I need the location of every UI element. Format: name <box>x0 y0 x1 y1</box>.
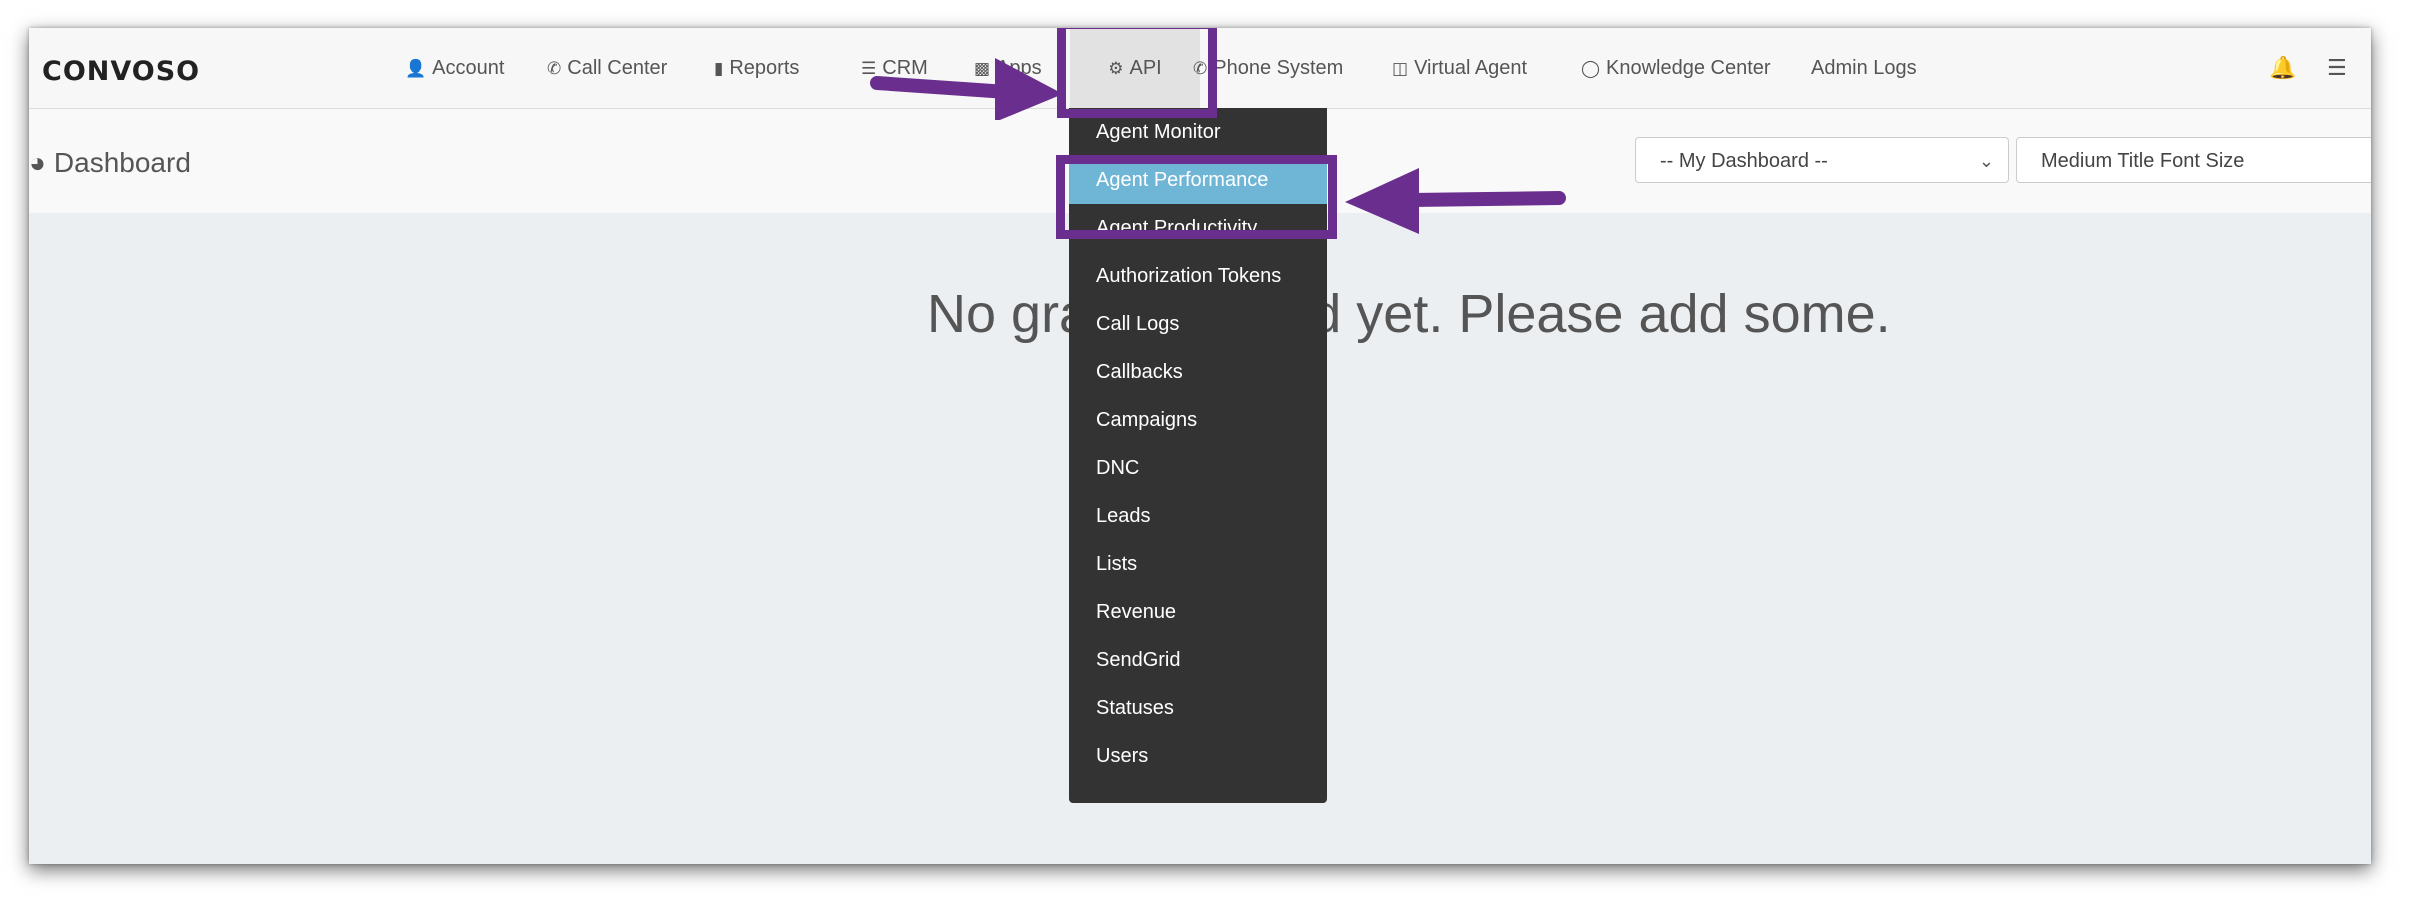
database-icon[interactable]: ☰ <box>2327 28 2347 108</box>
nav-phone-system-label: Phone System <box>1213 57 1344 79</box>
nav-account[interactable]: 👤 Account <box>405 28 504 108</box>
api-menu-campaigns[interactable]: Campaigns <box>1069 396 1327 444</box>
nav-account-label: Account <box>432 57 505 79</box>
api-highlight-box <box>1057 28 1217 118</box>
nav-call-center[interactable]: ✆ Call Center <box>547 28 667 108</box>
api-menu-dnc[interactable]: DNC <box>1069 444 1327 492</box>
api-menu-leads[interactable]: Leads <box>1069 492 1327 540</box>
user-icon: 👤 <box>405 59 427 78</box>
agent-performance-highlight-box <box>1056 155 1337 239</box>
dashboard-select-value: -- My Dashboard -- <box>1660 150 1828 172</box>
nav-virtual-agent[interactable]: ◫ Virtual Agent <box>1392 28 1527 108</box>
nav-knowledge-center[interactable]: ◯ Knowledge Center <box>1581 28 1771 108</box>
nav-reports[interactable]: ▮ Reports <box>714 28 799 108</box>
dashboard-gauge-icon: ◕ <box>29 147 46 178</box>
nav-admin-logs-label: Admin Logs <box>1811 57 1917 79</box>
nav-call-center-label: Call Center <box>567 57 668 79</box>
app-window: CONVOSO 👤 Account ✆ Call Center ▮ Reports ☰… <box>29 28 2371 864</box>
bar-chart-icon: ▮ <box>714 59 724 78</box>
api-menu-callbacks[interactable]: Callbacks <box>1069 348 1327 396</box>
arrow-to-api-icon <box>870 58 1063 120</box>
arrow-to-agent-performance-icon <box>1345 168 1566 234</box>
lightbulb-icon: ◯ <box>1581 59 1601 78</box>
dashboard-select[interactable]: -- My Dashboard -- ⌄ <box>1635 137 2009 183</box>
nav-admin-logs[interactable]: Admin Logs <box>1811 28 1917 108</box>
api-menu-revenue[interactable]: Revenue <box>1069 588 1327 636</box>
nav-reports-label: Reports <box>729 57 800 79</box>
page-title-text: Dashboard <box>53 147 191 178</box>
api-menu-lists[interactable]: Lists <box>1069 540 1327 588</box>
api-menu-authorization-tokens[interactable]: Authorization Tokens <box>1069 252 1327 300</box>
chevron-down-icon: ⌄ <box>1978 151 1994 171</box>
bell-icon[interactable]: 🔔 <box>2269 28 2296 108</box>
convoso-logo[interactable]: CONVOSO <box>42 56 200 87</box>
api-menu-statuses[interactable]: Statuses <box>1069 684 1327 732</box>
font-size-select[interactable]: Medium Title Font Size <box>2016 137 2371 183</box>
phone-icon: ✆ <box>547 59 562 78</box>
api-menu-call-logs[interactable]: Call Logs <box>1069 300 1327 348</box>
api-menu-users[interactable]: Users <box>1069 732 1327 780</box>
nav-virtual-agent-label: Virtual Agent <box>1414 57 1528 79</box>
font-size-select-value: Medium Title Font Size <box>2041 150 2245 172</box>
api-menu-sendgrid[interactable]: SendGrid <box>1069 636 1327 684</box>
monitor-icon: ◫ <box>1392 59 1409 78</box>
nav-knowledge-center-label: Knowledge Center <box>1606 57 1771 79</box>
page-title: ◕ Dashboard <box>29 147 191 179</box>
